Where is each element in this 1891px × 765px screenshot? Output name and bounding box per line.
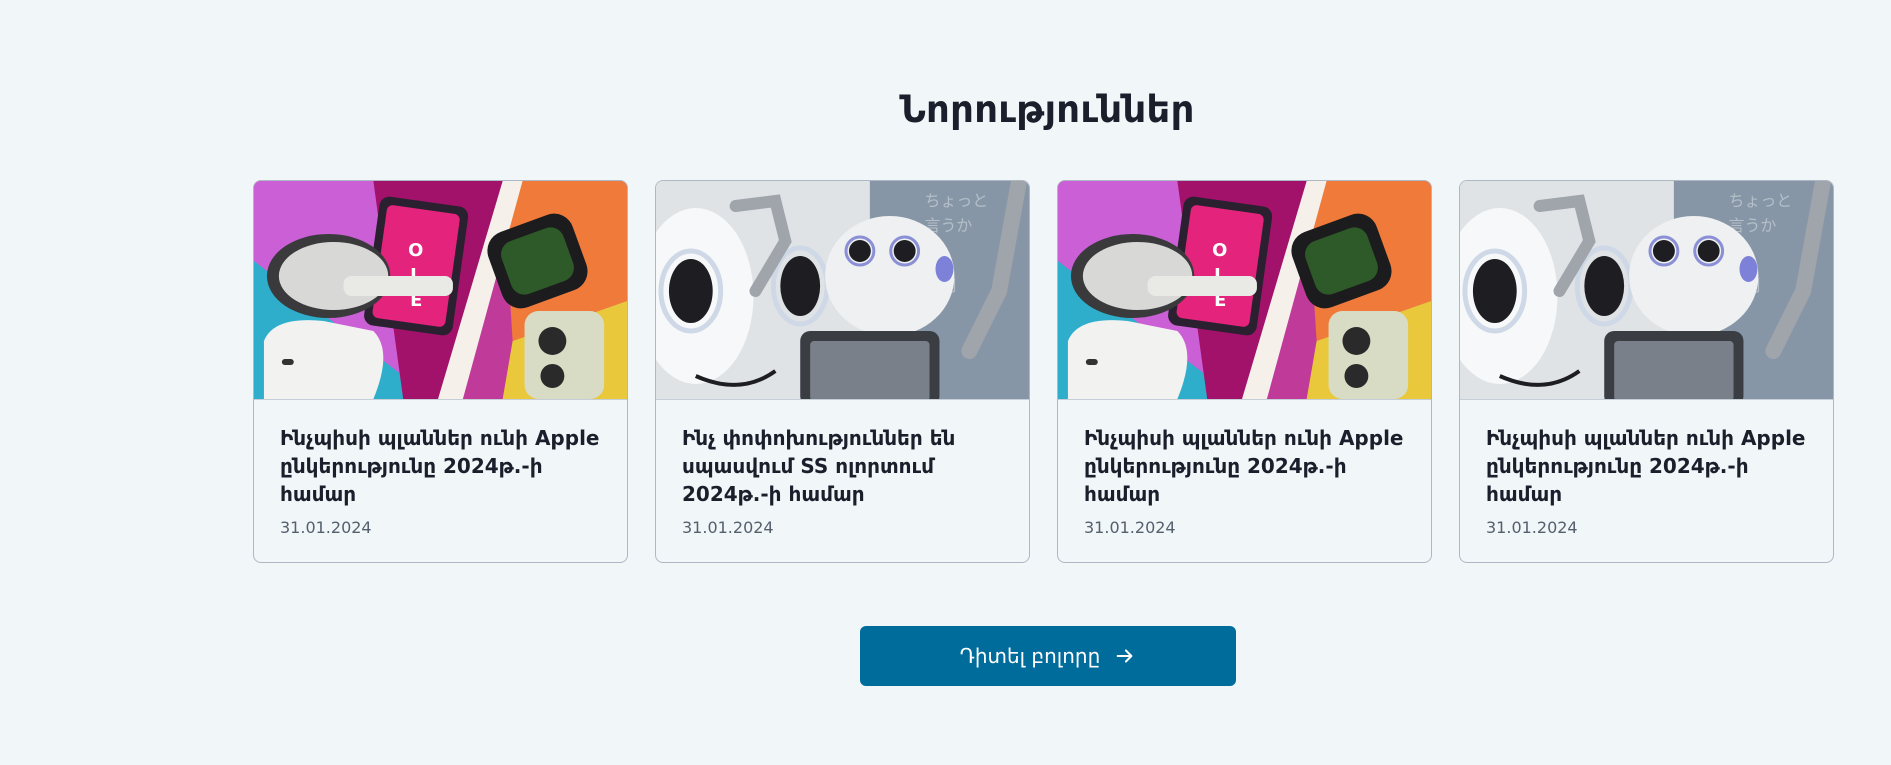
news-card-title[interactable]: Ինչպիսի պլաններ ունի Apple ընկերությունը… (1486, 424, 1815, 508)
svg-text:ちょっと: ちょっと (1729, 191, 1793, 210)
news-card-title[interactable]: Ինչպիսի պլաններ ունի Apple ընկերությունը… (280, 424, 609, 508)
apple-products-image: O L E (1058, 181, 1431, 400)
news-card-date: 31.01.2024 (1486, 518, 1578, 537)
news-card[interactable]: ちょっと 言うか 人間 Ինչպիսի պլան (1459, 180, 1834, 563)
svg-text:ちょっと: ちょっと (925, 191, 989, 210)
arrow-right-icon (1114, 645, 1136, 667)
news-card-title[interactable]: Ինչ փոփոխություններ են սպասվում SS ոլորտ… (682, 424, 1011, 508)
apple-products-image: O L E (254, 181, 627, 400)
svg-text:O: O (408, 240, 423, 261)
news-card-date: 31.01.2024 (1084, 518, 1176, 537)
news-cards: O L E Ինչպիսի պլաններ ունի Apple ընկերու… (253, 180, 1834, 563)
news-card-title[interactable]: Ինչպիսի պլաններ ունի Apple ընկերությունը… (1084, 424, 1413, 508)
svg-text:O: O (1212, 240, 1227, 261)
news-card[interactable]: O L E Ինչպիսի պլաններ ունի Apple ընկերու… (253, 180, 628, 563)
view-all-button[interactable]: Դիտել բոլորը (860, 626, 1236, 686)
news-card[interactable]: O L E Ինչպիսի պլաններ ունի Apple ընկերու… (1057, 180, 1432, 563)
view-all-label: Դիտել բոլորը (959, 644, 1101, 668)
section-title: Նորություններ (899, 88, 1195, 131)
news-card-date: 31.01.2024 (280, 518, 372, 537)
robot-image: ちょっと 言うか 人間 (656, 181, 1029, 400)
news-card-date: 31.01.2024 (682, 518, 774, 537)
robot-image: ちょっと 言うか 人間 (1460, 181, 1833, 400)
news-card[interactable]: ちょっと 言うか 人間 Ինչ փոփոխութ (655, 180, 1030, 563)
